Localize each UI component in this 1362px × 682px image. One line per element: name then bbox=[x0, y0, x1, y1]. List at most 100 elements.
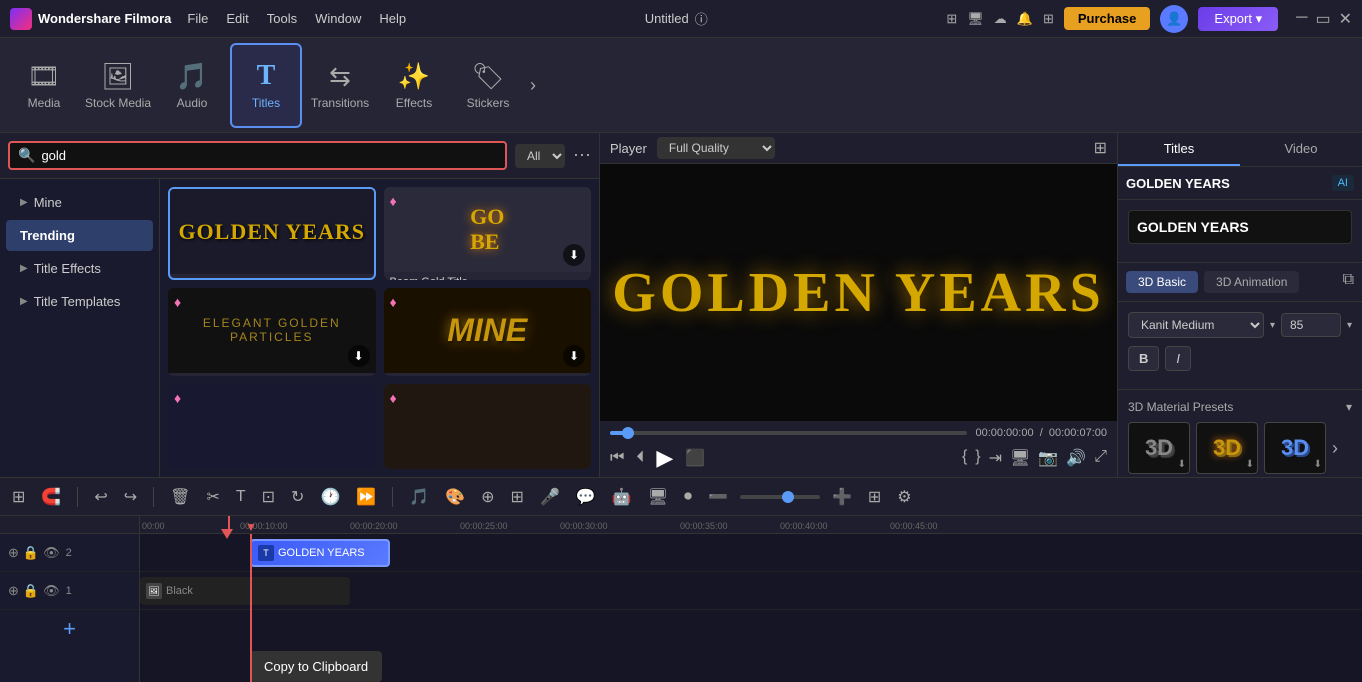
tl-subtitle-button[interactable]: 💬 bbox=[572, 485, 600, 509]
fullscreen-icon[interactable]: ⤢ bbox=[1094, 448, 1107, 468]
tl-rotate-button[interactable]: ↻ bbox=[287, 485, 308, 509]
copy-icon[interactable]: ⧉ bbox=[1343, 271, 1354, 293]
thumb-goldflare-download[interactable]: ⬇ bbox=[563, 345, 585, 367]
tab-titles[interactable]: Titles bbox=[1118, 133, 1240, 166]
search-input[interactable] bbox=[41, 148, 497, 163]
tl-ai-button[interactable]: 🤖 bbox=[608, 485, 636, 509]
more-button[interactable]: ⋯ bbox=[573, 145, 591, 166]
preset-2-download[interactable]: ⬇ bbox=[1246, 459, 1254, 470]
tl-grid-button[interactable]: ⊞ bbox=[864, 485, 885, 509]
sidebar-item-title-effects[interactable]: ▶ Title Effects bbox=[6, 253, 153, 284]
sidebar-item-title-templates[interactable]: ▶ Title Templates bbox=[6, 286, 153, 317]
menu-help[interactable]: Help bbox=[379, 11, 406, 26]
toolbar-arrow[interactable]: › bbox=[530, 75, 536, 96]
tl-magnet-button[interactable]: 🧲 bbox=[37, 485, 65, 509]
close-button[interactable]: ✕ bbox=[1339, 9, 1352, 29]
style-tab-3d-basic[interactable]: 3D Basic bbox=[1126, 271, 1198, 293]
tl-add-icon[interactable]: ⊕ bbox=[8, 545, 19, 561]
menu-file[interactable]: File bbox=[187, 11, 208, 26]
copy-clipboard-popup[interactable]: Copy to Clipboard bbox=[250, 651, 382, 682]
snapshot-icon[interactable]: 📷 bbox=[1038, 448, 1058, 468]
tl-redo-button[interactable]: ↪ bbox=[120, 485, 141, 509]
thumb-elegant-download[interactable]: ⬇ bbox=[348, 345, 370, 367]
sidebar-item-mine[interactable]: ▶ Mine bbox=[6, 187, 153, 218]
tl-clip-golden[interactable]: T GOLDEN YEARS bbox=[250, 539, 390, 567]
thumb-more1[interactable]: ♦ bbox=[168, 384, 376, 469]
tl-more-button[interactable]: ⊞ bbox=[507, 485, 528, 509]
toolbar-effects[interactable]: ✨ Effects bbox=[378, 43, 450, 128]
export-button[interactable]: Export ▾ bbox=[1198, 7, 1278, 31]
mark-out-icon[interactable]: } bbox=[975, 448, 980, 468]
italic-button[interactable]: I bbox=[1165, 346, 1191, 371]
tl-overlay-button[interactable]: ⊕ bbox=[477, 485, 498, 509]
toolbar-media[interactable]: 🎞 Media bbox=[8, 43, 80, 128]
tl-color-button[interactable]: 🎨 bbox=[441, 485, 469, 509]
mark-in-icon[interactable]: { bbox=[962, 448, 967, 468]
toolbar-titles[interactable]: T Titles bbox=[230, 43, 302, 128]
audio-icon-ctrl[interactable]: 🔊 bbox=[1066, 448, 1086, 468]
toolbar-stock[interactable]: 🖼 Stock Media bbox=[82, 43, 154, 128]
thumb-goldflare[interactable]: ♦ MINE ⬇ Goldflare 3D Title 04 bbox=[384, 288, 592, 377]
tl-add-main-button[interactable]: + bbox=[63, 616, 76, 642]
tl-eye-icon-2[interactable]: 👁 bbox=[43, 545, 60, 561]
preset-1-download[interactable]: ⬇ bbox=[1178, 459, 1186, 470]
thumb-beam-gold[interactable]: ♦ GOBE ⬇ Beam Gold Title bbox=[384, 187, 592, 280]
tl-plus-zoom[interactable]: ➕ bbox=[828, 485, 856, 509]
play-button[interactable]: ▶ bbox=[656, 445, 673, 471]
thumb-3d-golden[interactable]: GOLDEN YEARS 3D Golden Title bbox=[168, 187, 376, 280]
bold-button[interactable]: B bbox=[1128, 346, 1159, 371]
tl-record-button[interactable]: ⏺ bbox=[680, 486, 696, 508]
tl-lock-icon[interactable]: 🔒 bbox=[23, 545, 39, 561]
tl-lock-icon-1[interactable]: 🔒 bbox=[23, 583, 39, 599]
toolbar-audio[interactable]: 🎵 Audio bbox=[156, 43, 228, 128]
user-avatar[interactable]: 👤 bbox=[1160, 5, 1188, 33]
stop-button[interactable]: ⬛ bbox=[685, 448, 705, 468]
icon-bar-1[interactable]: ⊞ bbox=[946, 11, 957, 27]
tl-settings-button[interactable]: ⚙ bbox=[893, 485, 915, 509]
menu-window[interactable]: Window bbox=[315, 11, 361, 26]
menu-tools[interactable]: Tools bbox=[267, 11, 297, 26]
tl-undo-button[interactable]: ↩ bbox=[90, 485, 111, 509]
minimize-button[interactable]: ─ bbox=[1296, 9, 1307, 29]
preset-3-download[interactable]: ⬇ bbox=[1314, 459, 1322, 470]
font-select[interactable]: Kanit Medium bbox=[1128, 312, 1264, 338]
tl-delete-button[interactable]: 🗑 bbox=[166, 485, 194, 509]
tl-audio-button[interactable]: 🎵 bbox=[405, 485, 433, 509]
ai-badge[interactable]: AI bbox=[1332, 175, 1354, 191]
tl-forward-button[interactable]: ⏩ bbox=[352, 485, 380, 509]
tl-crop-button[interactable]: ⊡ bbox=[258, 485, 279, 509]
icon-bar-2[interactable]: 🖥 bbox=[967, 11, 984, 27]
tl-speech-button[interactable]: 🎤 bbox=[536, 485, 564, 509]
tl-cut-button[interactable]: ✂ bbox=[202, 485, 223, 509]
preset-dropdown-arrow[interactable]: ▾ bbox=[1346, 400, 1352, 414]
all-dropdown[interactable]: All bbox=[515, 144, 565, 168]
text-preview[interactable]: GOLDEN YEARS bbox=[1128, 210, 1352, 244]
thumb-more2[interactable]: ♦ bbox=[384, 384, 592, 469]
thumb-elegant-particles[interactable]: ♦ ELEGANT GOLDEN PARTICLES ⬇ Elegant Gol… bbox=[168, 288, 376, 377]
tl-timestamp-button[interactable]: 🕐 bbox=[316, 485, 344, 509]
icon-bar-3[interactable]: ☁ bbox=[994, 11, 1007, 27]
preset-item-2[interactable]: 3D ⬇ bbox=[1196, 422, 1258, 474]
tab-video[interactable]: Video bbox=[1240, 133, 1362, 166]
skip-back-button[interactable]: ⏮ bbox=[610, 449, 624, 467]
thumb-beam-download[interactable]: ⬇ bbox=[563, 244, 585, 266]
tl-minus-zoom[interactable]: ➖ bbox=[704, 485, 732, 509]
player-icon-expand[interactable]: ⊞ bbox=[1094, 138, 1107, 158]
frame-back-button[interactable]: ⏴ bbox=[636, 449, 644, 467]
quality-dropdown[interactable]: Full Quality Half Quality Quarter Qualit… bbox=[657, 137, 775, 159]
tl-add-icon-1[interactable]: ⊕ bbox=[8, 583, 19, 599]
style-tab-3d-animation[interactable]: 3D Animation bbox=[1204, 271, 1299, 293]
preset-item-1[interactable]: 3D ⬇ bbox=[1128, 422, 1190, 474]
font-size-input[interactable] bbox=[1281, 313, 1341, 337]
toolbar-transitions[interactable]: ⇆ Transitions bbox=[304, 43, 376, 128]
progress-track[interactable] bbox=[610, 431, 967, 435]
icon-bar-4[interactable]: 🔔 bbox=[1017, 11, 1033, 27]
toolbar-stickers[interactable]: 🏷 Stickers bbox=[452, 43, 524, 128]
split-icon[interactable]: 🖥 bbox=[1010, 448, 1030, 468]
menu-edit[interactable]: Edit bbox=[226, 11, 248, 26]
tl-text-button[interactable]: T bbox=[232, 486, 250, 508]
zoom-slider[interactable] bbox=[740, 495, 820, 499]
tl-eye-icon-1[interactable]: 👁 bbox=[43, 583, 60, 599]
tl-clip-black[interactable]: 🖼 Black bbox=[140, 577, 350, 605]
preset-item-3[interactable]: 3D ⬇ bbox=[1264, 422, 1326, 474]
